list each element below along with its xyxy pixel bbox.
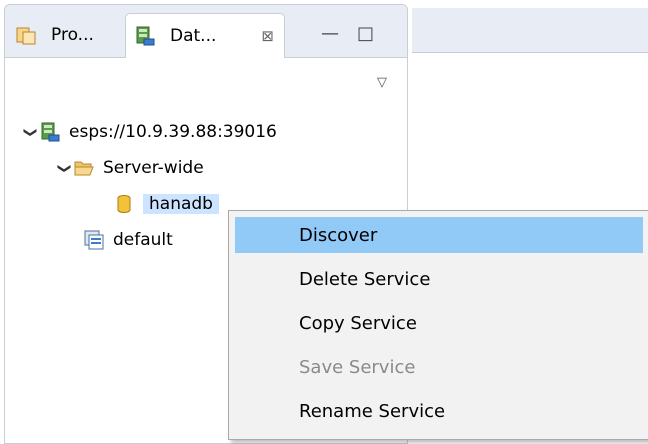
server-icon	[39, 121, 61, 143]
chevron-down-icon[interactable]: ❯	[57, 159, 72, 177]
maximize-icon[interactable]: □	[357, 23, 374, 44]
tree-item-label: Server-wide	[103, 158, 204, 178]
project-explorer-icon	[15, 24, 37, 46]
tree-item-server-wide[interactable]: ❯ Server-wide	[55, 153, 204, 183]
menu-item-copy-service[interactable]: Copy Service	[235, 305, 643, 341]
tree-item-default[interactable]: default	[83, 225, 173, 255]
tree-item-hanadb[interactable]: hanadb	[113, 189, 219, 219]
minimize-icon[interactable]: —	[321, 23, 339, 44]
menu-item-rename-service[interactable]: Rename Service	[235, 393, 643, 429]
editor-tab-area	[412, 8, 648, 53]
tree-item-server[interactable]: ❯ esps://10.9.39.88:39016	[21, 117, 277, 147]
chevron-down-icon[interactable]: ❯	[23, 123, 38, 141]
database-icon	[113, 193, 135, 215]
menu-item-save-service: Save Service	[299, 356, 416, 378]
view-tab-bar: Pro... Dat... ⊠ — □	[5, 5, 407, 58]
workspace-icon	[83, 229, 105, 251]
tree-item-label: default	[113, 230, 173, 250]
view-menu-icon[interactable]: ▽	[377, 75, 387, 90]
tab-label: Dat...	[170, 26, 217, 46]
close-tab-icon[interactable]: ⊠	[261, 27, 274, 45]
context-menu: Discover Delete Service Copy Service Sav…	[228, 210, 648, 440]
tab-label: Pro...	[51, 25, 94, 45]
data-services-icon	[134, 25, 156, 47]
menu-item-delete-service[interactable]: Delete Service	[235, 261, 643, 297]
tree-item-label: esps://10.9.39.88:39016	[69, 122, 277, 142]
tab-data-services[interactable]: Dat... ⊠	[125, 13, 285, 58]
tab-project-explorer[interactable]: Pro...	[9, 13, 123, 57]
tree-item-label: hanadb	[143, 194, 219, 214]
menu-item-discover[interactable]: Discover	[235, 217, 643, 253]
folder-open-icon	[73, 157, 95, 179]
